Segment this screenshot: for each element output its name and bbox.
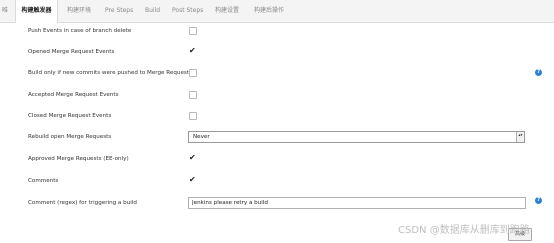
row-push-events-branch-delete: Push Events in case of branch delete	[0, 21, 554, 42]
tab-post-build-actions[interactable]: 构建后操作	[254, 0, 284, 22]
row-accepted-merge-request-events: Accepted Merge Request Events	[0, 85, 554, 106]
accepted-merge-request-events-label: Accepted Merge Request Events	[28, 92, 119, 98]
comments-label: Comments	[28, 178, 59, 184]
build-only-new-commits-label: Build only if new commits were pushed to…	[28, 70, 190, 76]
select-arrows-icon: ▴▾	[516, 132, 524, 142]
closed-merge-request-events-label: Closed Merge Request Events	[28, 113, 112, 119]
tab-build-settings[interactable]: 构建设置	[215, 0, 239, 22]
help-icon[interactable]: ?	[535, 69, 542, 76]
row-closed-merge-request-events: Closed Merge Request Events	[0, 106, 554, 127]
rebuild-open-merge-requests-label: Rebuild open Merge Requests	[28, 134, 112, 140]
accepted-merge-request-events-checkbox[interactable]	[189, 91, 197, 99]
push-events-branch-delete-checkbox[interactable]	[189, 27, 197, 35]
tab-pre-steps[interactable]: Pre Steps	[105, 0, 133, 22]
row-rebuild-open-merge-requests: Rebuild open Merge Requests Never ▴▾	[0, 127, 554, 148]
comments-checkbox[interactable]: ✔	[189, 175, 196, 185]
row-comment-regex: Comment (regex) for triggering a build ?	[0, 193, 554, 214]
build-only-new-commits-checkbox[interactable]	[189, 69, 197, 77]
rebuild-open-merge-requests-select[interactable]: Never ▴▾	[188, 131, 525, 143]
tab-build[interactable]: Build	[145, 0, 160, 22]
csdn-watermark: CSDN @数据库从删库到跑路	[398, 225, 530, 236]
row-build-only-new-commits: Build only if new commits were pushed to…	[0, 63, 554, 84]
tab-build-triggers[interactable]: 构建触发器	[15, 0, 58, 23]
tab-bar: 唯 构建触发器 构建环境 Pre Steps Build Post Steps …	[0, 0, 554, 23]
approved-merge-requests-label: Approved Merge Requests (EE-only)	[28, 156, 129, 162]
opened-merge-request-events-label: Opened Merge Request Events	[28, 49, 115, 55]
comment-regex-label: Comment (regex) for triggering a build	[28, 200, 137, 206]
push-events-branch-delete-label: Push Events in case of branch delete	[28, 28, 132, 34]
opened-merge-request-events-checkbox[interactable]: ✔	[189, 46, 196, 56]
help-icon[interactable]: ?	[535, 197, 542, 204]
comment-regex-input[interactable]	[188, 197, 526, 209]
tab-build-environment[interactable]: 构建环境	[67, 0, 91, 22]
row-approved-merge-requests: Approved Merge Requests (EE-only) ✔	[0, 149, 554, 170]
approved-merge-requests-checkbox[interactable]: ✔	[189, 153, 196, 163]
closed-merge-request-events-checkbox[interactable]	[189, 112, 197, 120]
rebuild-select-value: Never	[193, 134, 210, 140]
tab-post-steps[interactable]: Post Steps	[172, 0, 203, 22]
row-opened-merge-request-events: Opened Merge Request Events ✔	[0, 42, 554, 63]
row-comments: Comments ✔	[0, 171, 554, 192]
tab-general[interactable]: 唯	[2, 0, 12, 22]
